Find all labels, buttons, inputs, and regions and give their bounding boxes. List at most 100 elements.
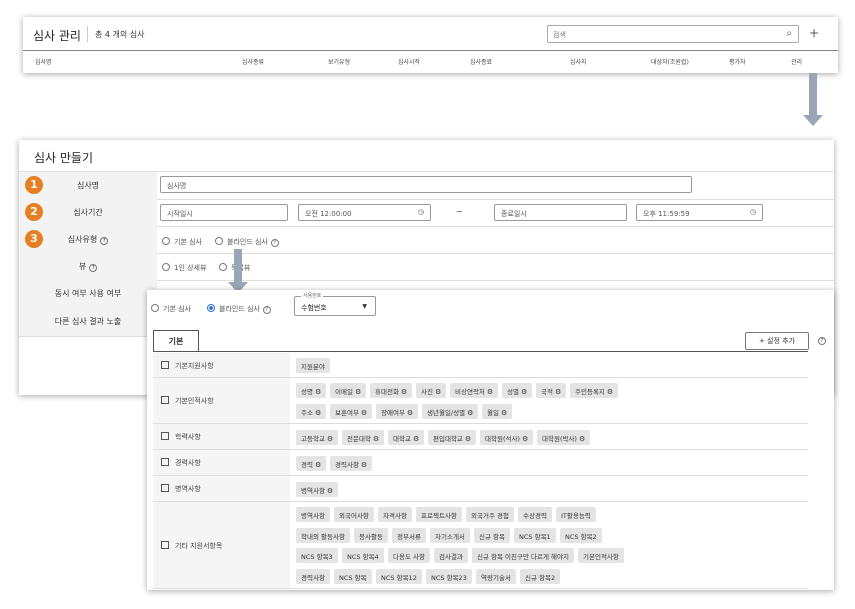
gear-icon[interactable]: ⚙ (435, 388, 441, 396)
item-chip[interactable]: 기본인적사항 (578, 548, 624, 564)
add-setting-button[interactable]: + 설정 추가 (745, 332, 809, 350)
gear-icon[interactable]: ⚙ (355, 388, 361, 396)
item-chip[interactable]: 외국어사항 (334, 507, 374, 523)
item-chip[interactable]: NCS 항목23 (426, 568, 472, 584)
help-icon[interactable]: ? (100, 237, 109, 245)
item-chip[interactable]: 국적 ⚙ (536, 383, 567, 399)
item-chip[interactable]: 휴대전화 ⚙ (370, 383, 413, 399)
item-chip[interactable]: 성별 ⚙ (502, 383, 533, 399)
item-chip[interactable]: 병역사항 ⚙ (296, 481, 339, 497)
item-chip[interactable]: 성명 ⚙ (296, 383, 327, 399)
item-chip[interactable]: NCS 항목2 (560, 527, 602, 543)
item-chip[interactable]: NCS 항목4 (342, 548, 384, 564)
item-chip[interactable]: 대학원(박사) ⚙ (537, 429, 591, 445)
item-chip[interactable]: NCS 항목1 (514, 527, 556, 543)
start-time-input[interactable]: 오전 12:00:00 ◷ (298, 204, 431, 221)
item-chip[interactable]: 프로젝트사항 (416, 507, 462, 523)
item-chip[interactable]: 검사결과 (434, 548, 468, 564)
item-chip[interactable]: 편입대학교 ⚙ (428, 429, 477, 445)
gear-icon[interactable]: ⚙ (327, 435, 333, 443)
row-checkbox[interactable] (161, 360, 169, 369)
item-chip[interactable]: 월일 ⚙ (482, 403, 513, 419)
start-date-input[interactable]: 시작일시 (160, 204, 288, 221)
gear-icon[interactable]: ⚙ (467, 409, 473, 417)
item-chip[interactable]: 장애여부 ⚙ (376, 403, 419, 419)
gear-icon[interactable]: ⚙ (361, 461, 367, 469)
gear-icon[interactable]: ⚙ (521, 388, 527, 396)
tab-basic[interactable]: 기본 (153, 330, 199, 352)
end-time-input[interactable]: 오후 11:59:59 ◷ (636, 204, 763, 221)
view-detail-radio[interactable]: 1인 상세뷰 (162, 263, 206, 273)
item-chip[interactable]: NCS 항목3 (296, 548, 338, 564)
item-chip[interactable]: 자격사항 (378, 507, 412, 523)
item-chip[interactable]: 수상경력 (518, 507, 552, 523)
item-chip[interactable]: 신규 항목 (474, 527, 510, 543)
item-chip[interactable]: 주소 ⚙ (296, 403, 327, 419)
end-date-input[interactable]: 종료일시 (494, 204, 627, 221)
gear-icon[interactable]: ⚙ (501, 409, 507, 417)
item-chip[interactable]: 봉사활동 (354, 527, 388, 543)
gear-icon[interactable]: ⚙ (413, 435, 419, 443)
item-chip[interactable]: 고등학교 ⚙ (296, 429, 339, 445)
item-chip[interactable]: 신규 항목 이친구만 다르게 해야지 (472, 548, 574, 564)
item-chip[interactable]: 자기소개서 (430, 527, 470, 543)
help-icon[interactable]: ? (818, 337, 826, 345)
item-chip[interactable]: 비상연락처 ⚙ (450, 383, 499, 399)
item-chip[interactable]: 경력사항 (296, 568, 330, 584)
gear-icon[interactable]: ⚙ (315, 388, 321, 396)
gear-icon[interactable]: ⚙ (522, 435, 528, 443)
gear-icon[interactable]: ⚙ (373, 435, 379, 443)
item-chip[interactable]: 병역사항 (296, 507, 330, 523)
item-chip[interactable]: 주민등록지 ⚙ (570, 383, 619, 399)
gear-icon[interactable]: ⚙ (555, 388, 561, 396)
gear-icon[interactable]: ⚙ (315, 409, 321, 417)
gear-icon[interactable]: ⚙ (401, 388, 407, 396)
item-chip[interactable]: 보훈여부 ⚙ (330, 403, 373, 419)
gear-icon[interactable]: ⚙ (407, 409, 413, 417)
item-chip[interactable]: 학내외 활동사항 (296, 527, 350, 543)
help-icon[interactable]: ? (89, 264, 98, 272)
item-chip[interactable]: 다용도 사항 (388, 548, 430, 564)
search-icon[interactable]: ⌕ (786, 28, 792, 39)
gear-icon[interactable]: ⚙ (315, 461, 321, 469)
chip-label: 국적 (541, 388, 553, 397)
type-blind-radio[interactable]: 블라인드 심사? (215, 237, 279, 247)
item-chip[interactable]: 사진 ⚙ (416, 383, 447, 399)
add-exam-button[interactable]: + (809, 26, 819, 40)
item-chip[interactable]: 전문대학 ⚙ (342, 429, 385, 445)
item-chip[interactable]: 대학원(석사) ⚙ (480, 429, 534, 445)
row-checkbox[interactable] (161, 396, 169, 404)
item-chip[interactable]: 외국거주 경험 (466, 507, 514, 523)
row-checkbox[interactable] (161, 432, 169, 440)
gear-icon[interactable]: ⚙ (607, 388, 613, 396)
gear-icon[interactable]: ⚙ (465, 435, 471, 443)
row-checkbox[interactable] (161, 484, 169, 492)
help-icon[interactable]: ? (262, 306, 271, 314)
item-chip[interactable]: 정부서류 (392, 527, 426, 543)
item-chip[interactable]: 신규 항목2 (520, 568, 561, 584)
type-basic-radio[interactable]: 기본 심사 (162, 237, 202, 247)
item-chip[interactable]: IT활용능력 (556, 507, 596, 523)
search-input[interactable]: 검색 ⌕ (547, 25, 799, 43)
gear-icon[interactable]: ⚙ (487, 388, 493, 396)
gear-icon[interactable]: ⚙ (361, 409, 367, 417)
popup-type-blind-radio[interactable]: 블라인드 심사? (207, 304, 271, 314)
item-chip[interactable]: NCS 항목 (334, 568, 372, 584)
row-checkbox[interactable] (161, 540, 169, 549)
item-chip[interactable]: 역량기술서 (476, 568, 516, 584)
item-chip[interactable]: 이메일 ⚙ (330, 383, 367, 399)
chip-label: 경력사항 (335, 460, 359, 469)
item-chip[interactable]: 경력 ⚙ (296, 455, 327, 471)
row-checkbox[interactable] (161, 458, 169, 466)
item-chip[interactable]: 지원분야 (296, 358, 330, 373)
id-select[interactable]: 사용번호 수험번호 ▼ (294, 292, 376, 316)
gear-icon[interactable]: ⚙ (579, 435, 585, 443)
popup-type-basic-radio[interactable]: 기본 심사 (151, 304, 191, 314)
gear-icon[interactable]: ⚙ (327, 487, 333, 495)
item-chip[interactable]: 생년월일/성별 ⚙ (422, 403, 479, 419)
help-icon[interactable]: ? (270, 239, 279, 247)
item-chip[interactable]: NCS 항목12 (376, 568, 422, 584)
item-chip[interactable]: 경력사항 ⚙ (330, 455, 373, 471)
exam-name-input[interactable]: 심사명 (160, 176, 692, 193)
item-chip[interactable]: 대학교 ⚙ (388, 429, 425, 445)
